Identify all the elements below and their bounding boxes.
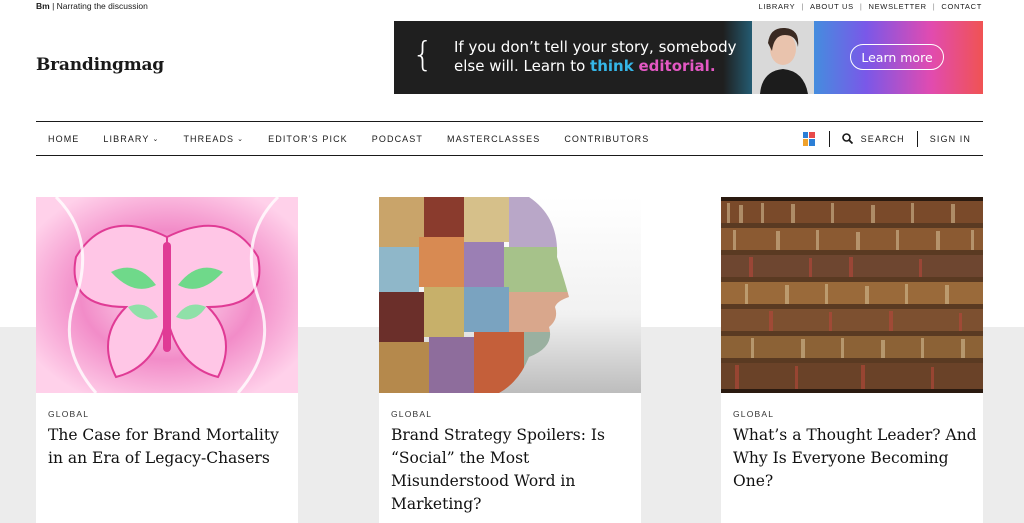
nav-label: EDITOR’S PICK: [268, 133, 348, 144]
nav-label: PODCAST: [371, 133, 423, 144]
ad-line-1: If you don’t tell your story, somebody: [454, 38, 737, 56]
brand-short: Bm: [36, 1, 50, 11]
nav-label: CONTRIBUTORS: [564, 133, 650, 144]
ad-headline: If you don’t tell your story, somebody e…: [454, 38, 737, 76]
nav-item-threads[interactable]: THREADS ⌄: [171, 134, 256, 144]
search-label: SEARCH: [860, 133, 905, 144]
article-title[interactable]: Brand Strategy Spoilers: Is “Social” the…: [391, 424, 636, 516]
learn-more-button[interactable]: Learn more: [850, 44, 944, 70]
divider: [828, 130, 830, 147]
article-category[interactable]: GLOBAL: [48, 409, 89, 419]
nav-right-tools: SEARCH SIGN IN: [802, 122, 983, 155]
separator: |: [801, 1, 805, 11]
article-title[interactable]: The Case for Brand Mortality in an Era o…: [48, 424, 293, 470]
nav-item-contributors[interactable]: CONTRIBUTORS: [552, 134, 661, 144]
chevron-down-icon: ⌄: [152, 135, 160, 143]
ad-highlight-editorial: editorial.: [638, 57, 716, 75]
nav-label: MASTERCLASSES: [447, 133, 541, 144]
utility-link-contact[interactable]: CONTACT: [941, 2, 982, 11]
ad-highlight-think: think: [590, 57, 634, 75]
top-utility-bar: Bm | Narrating the discussion LIBRARY | …: [36, 0, 982, 12]
separator: |: [932, 1, 936, 11]
nav-label: HOME: [48, 133, 80, 144]
article-category[interactable]: GLOBAL: [733, 409, 774, 419]
person-portrait-image: [752, 21, 814, 94]
site-logo[interactable]: Brandingmag: [36, 55, 164, 75]
search-button[interactable]: SEARCH: [841, 133, 905, 144]
article-card[interactable]: GLOBAL Brand Strategy Spoilers: Is “Soci…: [379, 197, 641, 523]
article-image-faces[interactable]: [379, 197, 641, 393]
nav-label: LIBRARY: [103, 133, 150, 144]
tagline-text: | Narrating the discussion: [52, 1, 148, 11]
nav-item-library[interactable]: LIBRARY ⌄: [91, 134, 171, 144]
brace-icon: {: [412, 35, 434, 75]
site-tagline: Bm | Narrating the discussion: [36, 1, 148, 11]
article-category[interactable]: GLOBAL: [391, 409, 432, 419]
ad-line-2-prefix: else will. Learn to: [454, 57, 591, 75]
utility-link-newsletter[interactable]: NEWSLETTER: [868, 2, 926, 11]
main-navigation: HOME LIBRARY ⌄ THREADS ⌄ EDITOR’S PICK POD…: [36, 121, 983, 156]
nav-item-home[interactable]: HOME: [36, 134, 91, 144]
article-image-butterfly[interactable]: [36, 197, 298, 393]
article-title[interactable]: What’s a Thought Leader? And Why Is Ever…: [733, 424, 978, 493]
separator: |: [859, 1, 863, 11]
nav-item-masterclasses[interactable]: MASTERCLASSES: [435, 134, 552, 144]
sign-in-link[interactable]: SIGN IN: [930, 134, 971, 144]
utility-links: LIBRARY | ABOUT US | NEWSLETTER | CONTAC…: [759, 2, 983, 11]
chevron-down-icon: ⌄: [237, 135, 245, 143]
article-image-bookshelf[interactable]: [721, 197, 983, 393]
nav-label: THREADS: [183, 133, 235, 144]
article-card[interactable]: GLOBAL The Case for Brand Mortality in a…: [36, 197, 298, 523]
utility-link-library[interactable]: LIBRARY: [759, 2, 796, 11]
search-icon: [841, 133, 853, 144]
utility-link-about[interactable]: ABOUT US: [810, 2, 854, 11]
nav-item-editors-pick[interactable]: EDITOR’S PICK: [256, 134, 360, 144]
nav-item-podcast[interactable]: PODCAST: [360, 134, 435, 144]
grid-menu-icon[interactable]: [802, 131, 815, 146]
divider: [916, 130, 918, 147]
article-card[interactable]: GLOBAL What’s a Thought Leader? And Why …: [721, 197, 983, 523]
ad-line-2: else will. Learn to think editorial.: [454, 57, 737, 76]
ad-banner[interactable]: { If you don’t tell your story, somebody…: [394, 21, 983, 94]
